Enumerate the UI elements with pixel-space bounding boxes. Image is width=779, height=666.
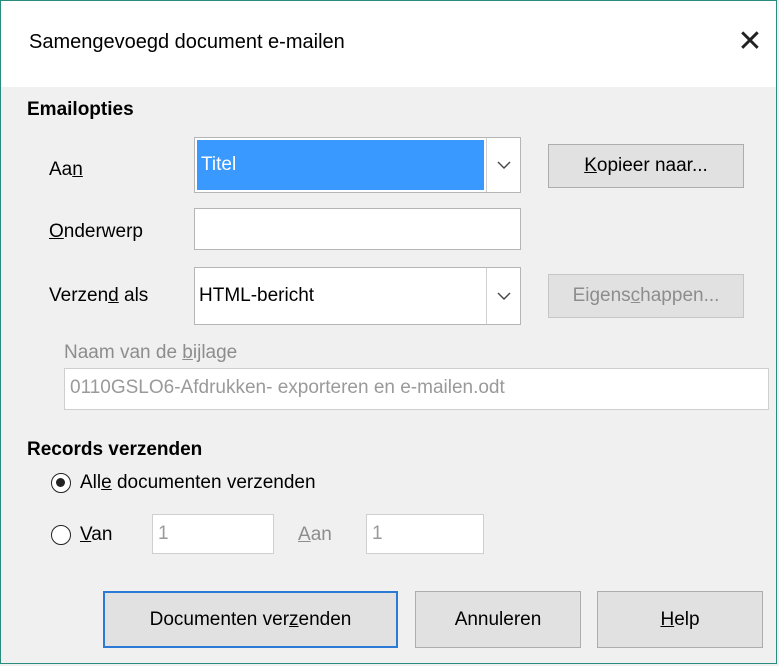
attachment-name-input[interactable]: 0110GSLO6-Afdrukken- exporteren en e-mai…: [64, 368, 769, 410]
attachment-name-label: Naam van de bijlage: [64, 342, 238, 363]
from-record-input[interactable]: 1: [152, 514, 274, 554]
email-options-heading: Emailopties: [27, 99, 134, 120]
radio-selected-dot: [56, 478, 65, 487]
all-documents-radio[interactable]: [51, 473, 71, 493]
chevron-down-icon[interactable]: [486, 138, 520, 192]
send-as-label: Verzend als: [49, 285, 149, 306]
from-label[interactable]: Van: [80, 524, 112, 546]
send-records-heading: Records verzenden: [27, 439, 203, 460]
properties-button[interactable]: Eigenschappen...: [548, 274, 744, 318]
to-combobox[interactable]: Titel: [194, 137, 521, 193]
copy-to-button[interactable]: Kopieer naar...: [548, 144, 744, 188]
send-documents-button[interactable]: Documenten verzenden: [103, 591, 398, 648]
to-combobox-value: Titel: [197, 140, 484, 190]
subject-input[interactable]: [194, 208, 521, 250]
cancel-button[interactable]: Annuleren: [415, 591, 581, 648]
all-documents-label[interactable]: Alle documenten verzenden: [80, 472, 316, 494]
chevron-down-icon[interactable]: [486, 268, 520, 324]
close-icon[interactable]: ✕: [733, 27, 767, 61]
window-title: Samengevoegd document e-mailen: [29, 31, 345, 53]
send-as-combobox[interactable]: HTML-bericht: [194, 267, 521, 325]
subject-label: Onderwerp: [49, 221, 143, 242]
to-label: Aan: [49, 159, 83, 180]
to-record-input[interactable]: 1: [366, 514, 484, 554]
from-radio[interactable]: [51, 525, 71, 545]
send-as-combobox-value: HTML-bericht: [199, 285, 315, 306]
to-record-label: Aan: [298, 524, 332, 545]
title-bar: Samengevoegd document e-mailen ✕: [1, 1, 776, 87]
help-button[interactable]: Help: [597, 591, 763, 648]
mail-merge-dialog: Samengevoegd document e-mailen ✕ Emailop…: [0, 0, 777, 664]
